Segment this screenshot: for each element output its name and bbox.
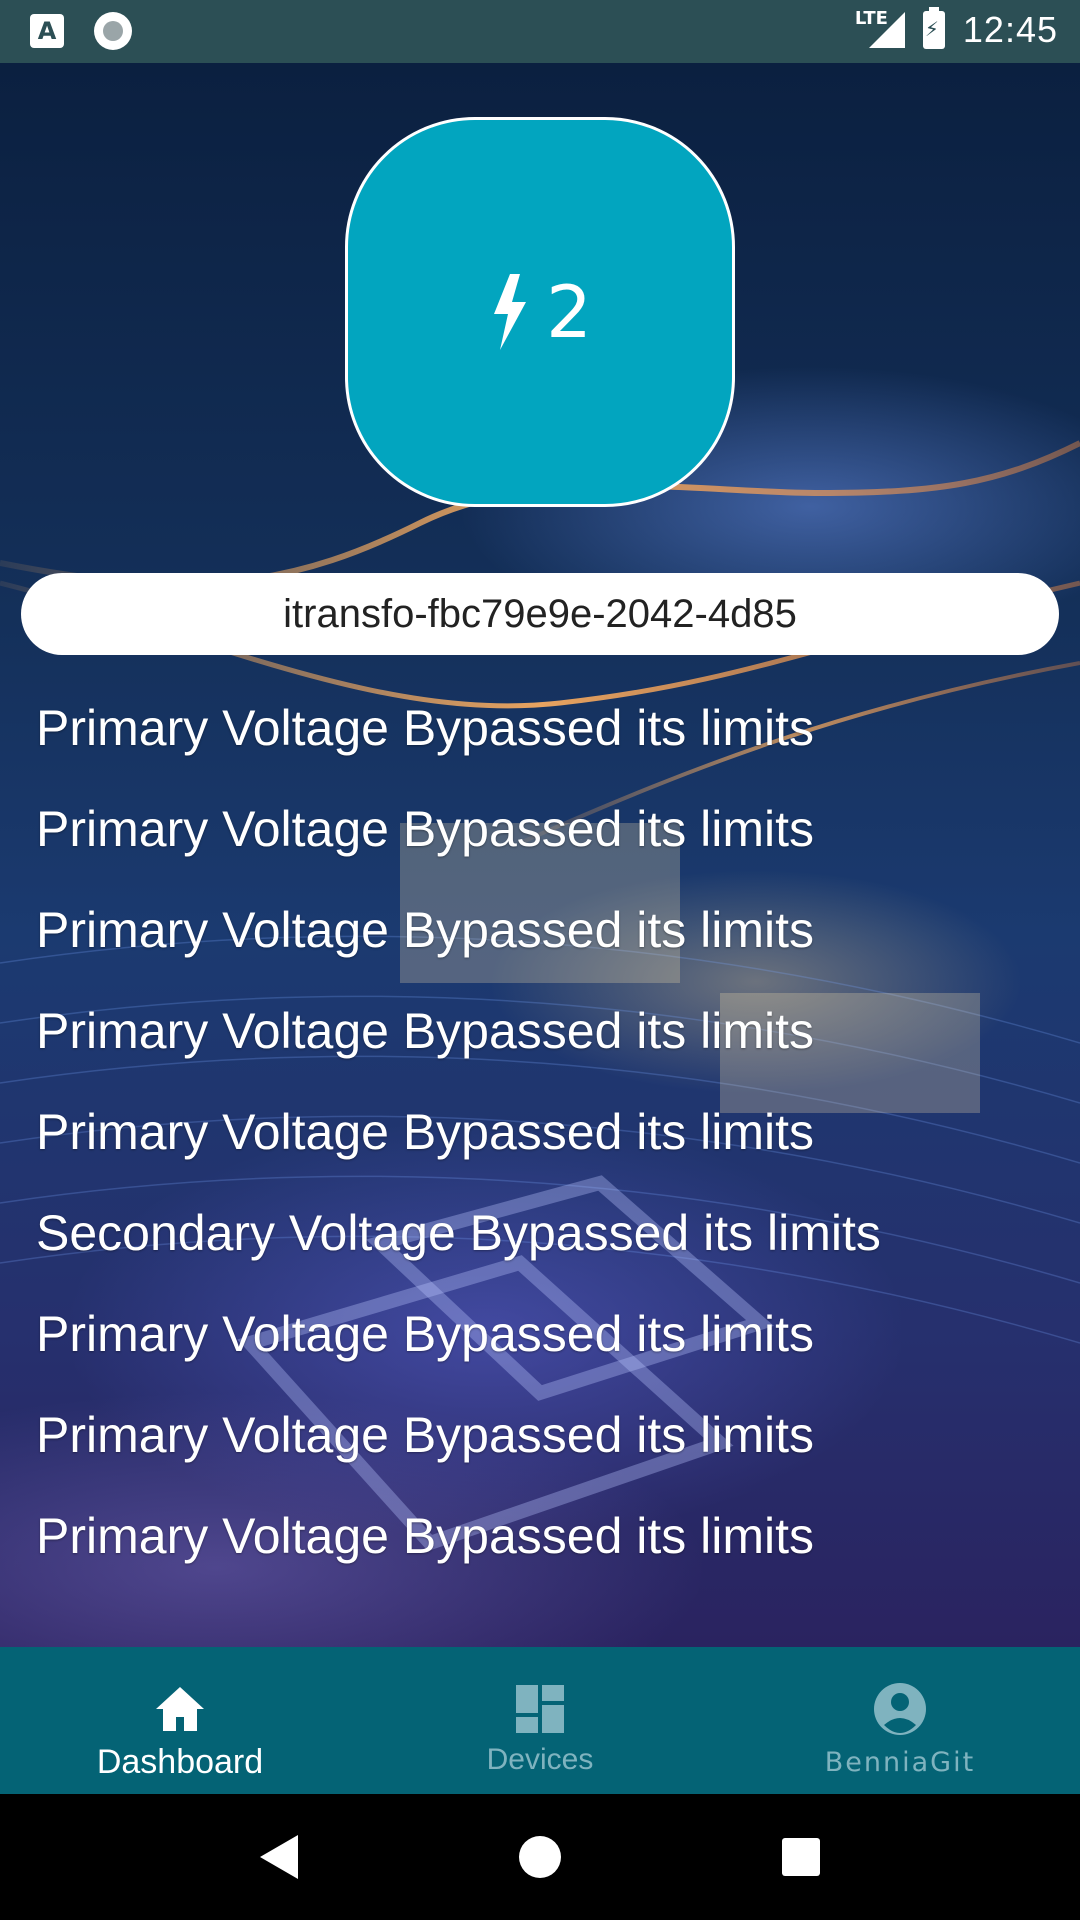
alert-item: Primary Voltage Bypassed its limits — [36, 1104, 815, 1160]
lte-signal-icon: LTE — [855, 8, 905, 52]
alert-item: Primary Voltage Bypassed its limits — [36, 1407, 815, 1463]
nav-profile[interactable]: BenniaGit — [720, 1647, 1080, 1794]
device-id-field[interactable]: itransfo-fbc79e9e-2042-4d85 — [21, 573, 1059, 655]
home-circle-icon[interactable] — [518, 1836, 561, 1878]
alert-item: Primary Voltage Bypassed its limits — [36, 1003, 815, 1059]
status-time: 12:45 — [962, 9, 1058, 50]
keyboard-a-icon: A — [30, 14, 64, 48]
nav-dashboard-label: Dashboard — [96, 1743, 264, 1781]
alert-item: Primary Voltage Bypassed its limits — [36, 1508, 815, 1564]
nav-dashboard[interactable]: Dashboard — [0, 1647, 360, 1794]
bolt-icon — [494, 274, 527, 350]
alert-item: Primary Voltage Bypassed its limits — [36, 801, 815, 857]
dashboard-grid-icon — [516, 1685, 564, 1733]
record-icon — [94, 12, 132, 50]
home-icon — [156, 1687, 204, 1731]
back-icon[interactable] — [260, 1835, 299, 1879]
dashboard-screen: 2 itransfo-fbc79e9e-2042-4d85 Primary Vo… — [0, 63, 1080, 1647]
device-id-text: itransfo-fbc79e9e-2042-4d85 — [283, 591, 797, 636]
nav-profile-label: BenniaGit — [824, 1747, 976, 1778]
alerts-list: Primary Voltage Bypassed its limits Prim… — [36, 700, 1056, 1587]
nav-devices[interactable]: Devices — [360, 1647, 720, 1794]
alert-item: Primary Voltage Bypassed its limits — [36, 700, 815, 756]
alert-item: Primary Voltage Bypassed its limits — [36, 1306, 815, 1362]
account-circle-icon — [874, 1683, 926, 1735]
nav-devices-label: Devices — [486, 1743, 594, 1776]
bottom-navigation: Dashboard Devices BenniaGit — [0, 1647, 1080, 1794]
alert-counter-card[interactable]: 2 — [345, 117, 735, 507]
system-navigation-bar — [0, 1794, 1080, 1920]
battery-charging-icon — [922, 7, 945, 49]
recent-apps-icon[interactable] — [781, 1838, 820, 1876]
alert-item: Primary Voltage Bypassed its limits — [36, 902, 815, 958]
alert-item: Secondary Voltage Bypassed its limits — [36, 1205, 881, 1261]
status-bar: A LTE 12:45 — [0, 0, 1080, 63]
alert-count: 2 — [546, 270, 592, 354]
